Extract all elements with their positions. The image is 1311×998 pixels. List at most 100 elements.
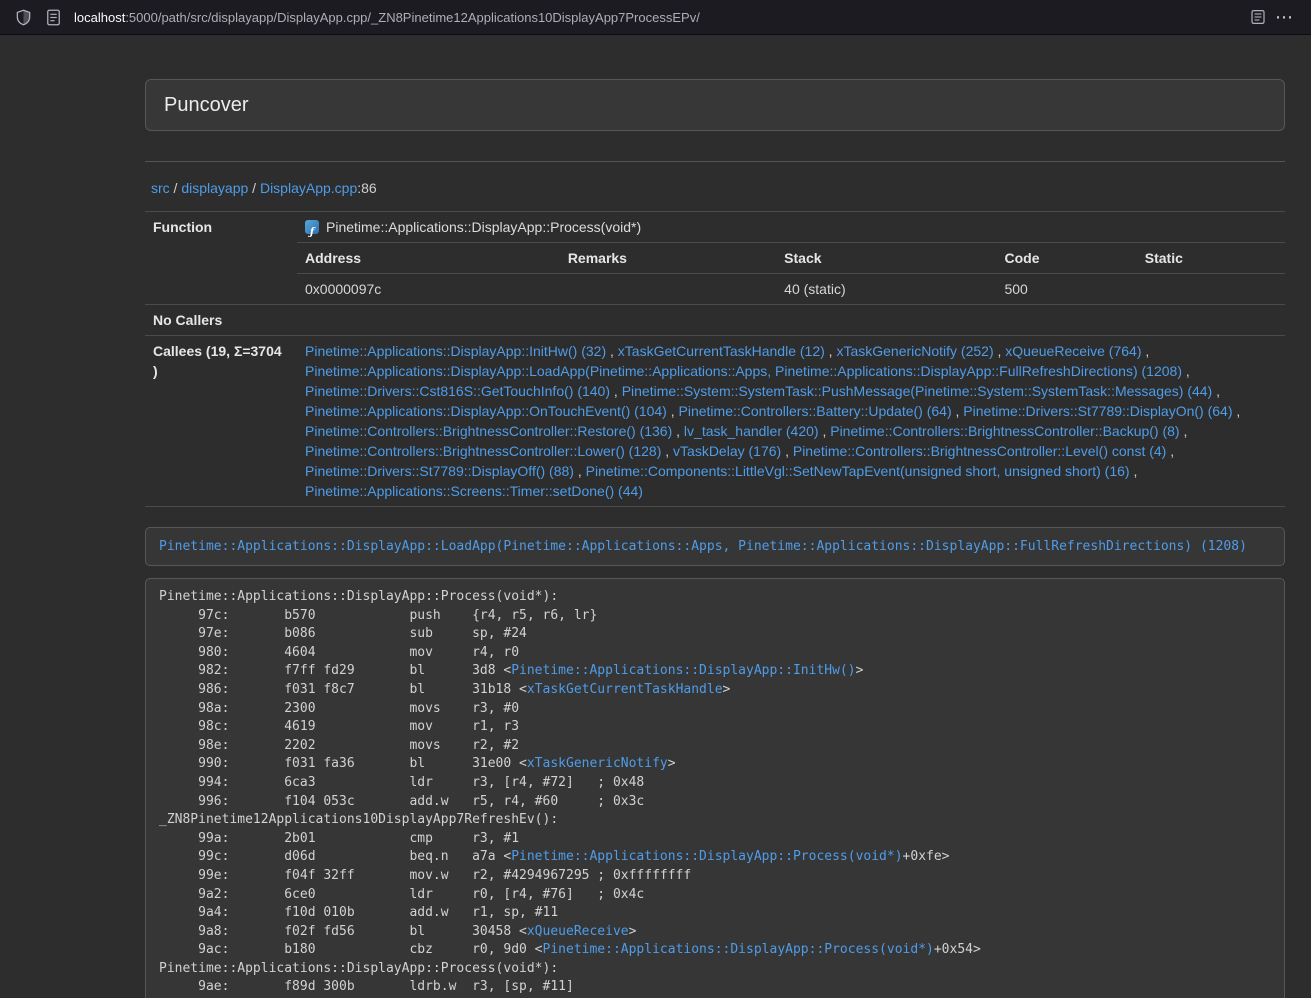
function-row: Function Pinetime::Applications::Display…: [145, 212, 1285, 305]
breadcrumb-separator: /: [248, 180, 260, 196]
url-bar[interactable]: localhost:5000/path/src/displayapp/Displ…: [74, 10, 700, 25]
callee-separator: ,: [819, 423, 831, 439]
breadcrumb-link[interactable]: displayapp: [181, 180, 248, 196]
callee-link[interactable]: Pinetime::System::SystemTask::PushMessag…: [622, 383, 1213, 399]
callee-link[interactable]: Pinetime::Controllers::BrightnessControl…: [305, 423, 672, 439]
callee-link[interactable]: Pinetime::Drivers::St7789::DisplayOn() (…: [963, 403, 1232, 419]
asm-text: >: [856, 663, 864, 678]
stats-value-row: 0x0000097c 40 (static) 500: [297, 274, 1285, 305]
col-address: Address: [297, 243, 560, 274]
asm-line: 990: f031 fa36 bl 31e00 <xTaskGenericNot…: [159, 755, 1271, 774]
callees-row: Callees (19, Σ=3704 ) Pinetime::Applicat…: [145, 336, 1285, 507]
asm-text: +0x54>: [934, 942, 981, 957]
callee-link[interactable]: lv_task_handler (420): [684, 423, 819, 439]
asm-symbol-link[interactable]: xQueueReceive: [527, 924, 629, 939]
callee-link[interactable]: Pinetime::Applications::Screens::Timer::…: [305, 483, 643, 499]
asm-line: 98a: 2300 movs r3, #0: [159, 700, 1271, 719]
asm-line: 99a: 2b01 cmp r3, #1: [159, 830, 1271, 849]
callee-link[interactable]: xQueueReceive (764): [1005, 343, 1141, 359]
asm-symbol-link[interactable]: xTaskGetCurrentTaskHandle: [527, 682, 723, 697]
callee-separator: ,: [661, 443, 673, 459]
callee-link[interactable]: Pinetime::Drivers::Cst816S::GetTouchInfo…: [305, 383, 610, 399]
col-remarks: Remarks: [560, 243, 776, 274]
asm-text: 98a: 2300 movs r3, #0: [159, 701, 519, 716]
callee-link[interactable]: Pinetime::Applications::DisplayApp::Load…: [305, 363, 1182, 379]
callee-separator: ,: [1212, 383, 1220, 399]
callee-link[interactable]: Pinetime::Applications::DisplayApp::Init…: [305, 343, 606, 359]
asm-line: Pinetime::Applications::DisplayApp::Proc…: [159, 960, 1271, 979]
asm-symbol-link[interactable]: Pinetime::Applications::DisplayApp::Init…: [511, 663, 855, 678]
callee-link[interactable]: Pinetime::Applications::DisplayApp::OnTo…: [305, 403, 667, 419]
function-name: Pinetime::Applications::DisplayApp::Proc…: [326, 217, 641, 237]
asm-line: 99c: d06d beq.n a7a <Pinetime::Applicati…: [159, 848, 1271, 867]
asm-line: 99e: f04f 32ff mov.w r2, #4294967295 ; 0…: [159, 867, 1271, 886]
callee-separator: ,: [994, 343, 1006, 359]
callee-separator: ,: [781, 443, 793, 459]
disassembly-panel: Pinetime::Applications::DisplayApp::Proc…: [145, 578, 1285, 998]
callee-separator: ,: [825, 343, 837, 359]
function-stats-table: Address Remarks Stack Code Static 0x0000…: [297, 243, 1285, 304]
asm-text: 986: f031 f8c7 bl 31b18 <: [159, 682, 527, 697]
breadcrumb-line-number: :86: [357, 180, 376, 196]
code-value: 500: [996, 274, 1136, 305]
callee-separator: ,: [672, 423, 684, 439]
asm-line: 9a4: f10d 010b add.w r1, sp, #11: [159, 904, 1271, 923]
asm-text: 99e: f04f 32ff mov.w r2, #4294967295 ; 0…: [159, 868, 691, 883]
callee-link[interactable]: xTaskGetCurrentTaskHandle (12): [618, 343, 825, 359]
breadcrumb-link[interactable]: DisplayApp.cpp: [260, 180, 357, 196]
asm-text: 994: 6ca3 ldr r3, [r4, #72] ; 0x48: [159, 775, 644, 790]
no-callers-label: No Callers: [145, 305, 297, 335]
breadcrumb-link[interactable]: src: [151, 180, 170, 196]
shield-icon[interactable]: [12, 6, 34, 28]
asm-text: 990: f031 fa36 bl 31e00 <: [159, 756, 527, 771]
callees-list: Pinetime::Applications::DisplayApp::Init…: [297, 336, 1285, 506]
callee-link[interactable]: xTaskGenericNotify (252): [836, 343, 993, 359]
callee-separator: ,: [952, 403, 964, 419]
page-info-icon[interactable]: [42, 6, 64, 28]
callee-link[interactable]: Pinetime::Controllers::BrightnessControl…: [305, 443, 661, 459]
function-icon: [305, 220, 319, 234]
callee-separator: ,: [667, 403, 679, 419]
callee-link[interactable]: vTaskDelay (176): [673, 443, 781, 459]
asm-text: Pinetime::Applications::DisplayApp::Proc…: [159, 961, 558, 976]
asm-text: 99c: d06d beq.n a7a <: [159, 849, 511, 864]
asm-text: 9a8: f02f fd56 bl 30458 <: [159, 924, 527, 939]
asm-line: 994: 6ca3 ldr r3, [r4, #72] ; 0x48: [159, 774, 1271, 793]
callees-label: Callees (19, Σ=3704 ): [145, 336, 297, 506]
asm-symbol-link[interactable]: Pinetime::Applications::DisplayApp::Proc…: [543, 942, 934, 957]
callee-separator: ,: [1130, 463, 1138, 479]
asm-line: _ZN8Pinetime12Applications10DisplayApp7R…: [159, 811, 1271, 830]
asm-text: 99a: 2b01 cmp r3, #1: [159, 831, 519, 846]
highlighted-symbol-link[interactable]: Pinetime::Applications::DisplayApp::Load…: [159, 539, 1247, 554]
callee-link[interactable]: Pinetime::Controllers::BrightnessControl…: [830, 423, 1179, 439]
asm-text: 9a2: 6ce0 ldr r0, [r4, #76] ; 0x4c: [159, 887, 644, 902]
callee-link[interactable]: Pinetime::Drivers::St7789::DisplayOff() …: [305, 463, 574, 479]
browser-bar: localhost:5000/path/src/displayapp/Displ…: [0, 0, 1311, 35]
asm-symbol-link[interactable]: xTaskGenericNotify: [527, 756, 668, 771]
function-table: Function Pinetime::Applications::Display…: [145, 211, 1285, 507]
asm-text: +0xfe>: [903, 849, 950, 864]
divider: [145, 161, 1285, 162]
asm-line: 996: f104 053c add.w r5, r4, #60 ; 0x3c: [159, 793, 1271, 812]
function-label: Function: [145, 212, 297, 304]
asm-line: 98c: 4619 mov r1, r3: [159, 718, 1271, 737]
col-static: Static: [1137, 243, 1285, 274]
asm-line: 980: 4604 mov r4, r0: [159, 644, 1271, 663]
main-content: Puncover src / displayapp / DisplayApp.c…: [145, 35, 1285, 998]
reader-mode-icon[interactable]: [1247, 6, 1269, 28]
asm-line: 9ae: f89d 300b ldrb.w r3, [sp, #11]: [159, 978, 1271, 997]
highlighted-symbol-panel: Pinetime::Applications::DisplayApp::Load…: [145, 527, 1285, 566]
callee-link[interactable]: Pinetime::Controllers::BrightnessControl…: [793, 443, 1166, 459]
url-host: localhost: [74, 10, 125, 25]
asm-symbol-link[interactable]: Pinetime::Applications::DisplayApp::Proc…: [511, 849, 902, 864]
asm-line: 986: f031 f8c7 bl 31b18 <xTaskGetCurrent…: [159, 681, 1271, 700]
callee-link[interactable]: Pinetime::Controllers::Battery::Update()…: [679, 403, 952, 419]
callee-separator: ,: [606, 343, 618, 359]
function-name-line: Pinetime::Applications::DisplayApp::Proc…: [297, 212, 1285, 243]
asm-text: Pinetime::Applications::DisplayApp::Proc…: [159, 589, 558, 604]
asm-line: 97e: b086 sub sp, #24: [159, 625, 1271, 644]
callee-link[interactable]: Pinetime::Components::LittleVgl::SetNewT…: [586, 463, 1130, 479]
callee-separator: ,: [1182, 363, 1190, 379]
asm-line: 982: f7ff fd29 bl 3d8 <Pinetime::Applica…: [159, 662, 1271, 681]
more-options-icon[interactable]: ⋯: [1269, 6, 1299, 28]
